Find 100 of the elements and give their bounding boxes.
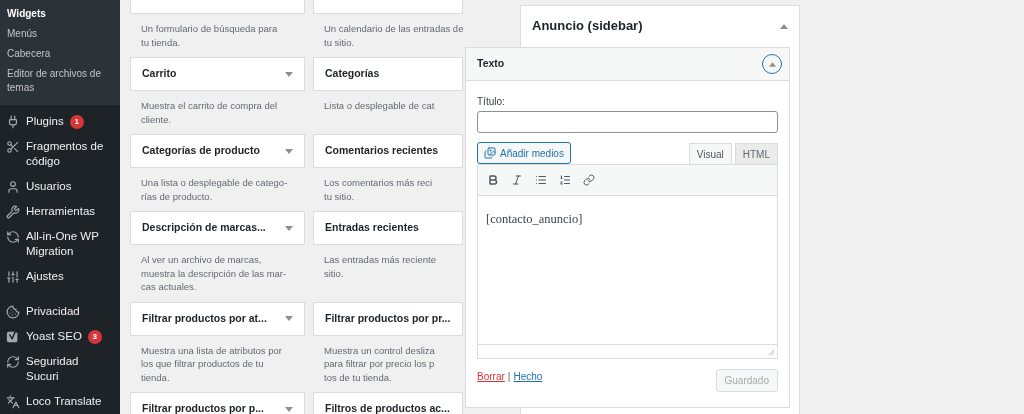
sliders-icon [6,270,20,284]
bullet-list-icon[interactable] [535,174,547,186]
submenu-link[interactable]: Cabecera [7,47,113,61]
widget-card[interactable]: Categorías de producto [130,134,305,168]
widget-title: Filtrar productos por p... [142,401,264,414]
wrench-icon [6,205,20,219]
widget-title: Categorías [325,66,380,82]
widget-description: Un calendario de las entradas de [324,22,465,36]
widget-card[interactable]: Comentarios recientes [313,134,463,168]
widget-description: los que filtrar productos de tu [141,357,265,371]
widget-title: Descripción de marcas... [142,220,266,236]
widget-card[interactable]: Filtros de productos ac... [313,392,463,414]
widget-card[interactable]: Filtrar productos por at... [130,301,305,336]
logo-icon [6,330,20,344]
widget-description: sitio. [324,266,345,280]
menu-item[interactable]: Loco Translate [0,389,120,414]
widget-description: tu sitio. [324,35,356,49]
caret-icon [780,23,788,29]
widget-description: tu tienda. [141,35,182,49]
widget-description: Los comentarios más reci [324,176,434,190]
widget-area-title: Anuncio (sidebar) [532,17,643,36]
widget-description: Muestra una lista de atributos por [141,343,283,357]
menu-label: Ajustes [26,269,64,284]
submenu-link[interactable]: Widgets [7,7,113,21]
widget-title: Categorías de producto [142,143,260,159]
numbered-list-icon[interactable] [559,174,571,186]
widget-description: muestra la descripción de las mar- [141,266,288,280]
menu-label: Privacidad [26,304,80,319]
menu-label: Loco Translate [26,394,102,409]
widget-card[interactable]: Descripción de marcas... [130,211,305,245]
menu-label: All-in-One WP Migration [26,229,100,259]
menu-item[interactable]: Herramientas [0,199,120,224]
link-icon[interactable] [583,174,595,186]
widget-description: para filtrar por precio los p [324,357,436,371]
widget-description: tos de tu tienda. [324,370,393,384]
widget-description: tienda. [141,370,171,384]
menu-label: Plugins [26,114,64,129]
widget-title: Filtros de productos ac... [325,401,450,414]
menu-item[interactable]: All-in-One WP Migration [0,224,120,264]
bold-icon[interactable] [487,174,499,186]
done-link[interactable]: Hecho [513,369,543,384]
caret-icon [285,225,293,231]
caret-icon [285,316,293,321]
submenu-link[interactable]: Editor de archivos de temas [7,67,113,95]
widget-title: Comentarios recientes [325,143,439,159]
title-input[interactable] [477,111,778,133]
menu-item[interactable]: Yoast SEO 3 [0,324,120,349]
widget-card[interactable]: Categorías [313,57,463,91]
widget-description: tu sitio. [324,189,356,203]
sync-icon [6,355,20,369]
widget-card[interactable]: Entradas recientes [313,211,463,245]
editor-tab[interactable]: Visual [688,143,732,164]
submenu-link[interactable]: Menús [7,27,113,41]
menu-label: Usuarios [26,179,72,194]
menu-item[interactable]: Seguridad Sucuri [0,349,120,389]
menu-item[interactable]: Plugins 1 [0,109,120,134]
caret-icon [285,406,293,412]
widget-description: rías de producto. [141,189,214,203]
menu-item[interactable]: Ajustes [0,264,120,289]
scissors-icon [6,140,20,154]
widget-description: cliente. [141,112,173,126]
menu-label: Fragmentos de código [26,139,105,169]
count-badge: 1 [69,115,84,129]
widget-description: Al ver un archivo de marcas, [141,253,263,267]
widget-title: Filtrar productos por pr... [325,310,451,326]
widget-title: Entradas recientes [325,220,419,236]
editor-content: [contacto_anuncio] [486,212,583,226]
plug-icon [6,115,20,129]
widget-title: Carrito [142,66,177,82]
link-separator: | [507,370,511,384]
user-icon [6,180,20,194]
menu-label: Seguridad Sucuri [26,354,80,384]
menu-item[interactable]: Privacidad [0,299,120,324]
widget-description: cas actuales. [141,280,198,294]
resize-handle-icon[interactable] [768,349,775,356]
add-media-button[interactable]: Añadir medios [477,142,571,164]
caret-icon [285,148,293,154]
widget-description: Una lista o desplegable de catego- [141,176,289,190]
caret-icon [285,71,293,77]
widget-description: Un formulario de búsqueda para [141,22,279,36]
widget-card[interactable]: Carrito [130,57,305,91]
widget-card[interactable]: Filtrar productos por pr... [313,301,463,336]
italic-icon[interactable] [511,174,523,186]
circular-arrow-icon [6,230,20,244]
caret-icon [768,61,776,67]
widget-description: Muestra el carrito de compra del [141,99,279,113]
menu-item[interactable]: Fragmentos de código [0,134,120,174]
cookie-icon [6,305,20,319]
widget-card[interactable]: Filtrar productos por p... [130,392,305,414]
media-icon [484,147,496,159]
widget-title: Filtrar productos por at... [142,310,267,326]
widget-description: Muestra un control desliza [324,343,436,357]
delete-link[interactable]: Borrar [477,369,505,384]
widget-description: Lista o desplegable de cat [324,99,436,113]
menu-label: Yoast SEO [26,329,82,344]
menu-label: Herramientas [26,204,96,219]
widget-description: Las entradas más reciente [324,253,437,267]
count-badge: 3 [87,330,102,344]
menu-item[interactable]: Usuarios [0,174,120,199]
editor-tab[interactable]: HTML [734,143,778,164]
